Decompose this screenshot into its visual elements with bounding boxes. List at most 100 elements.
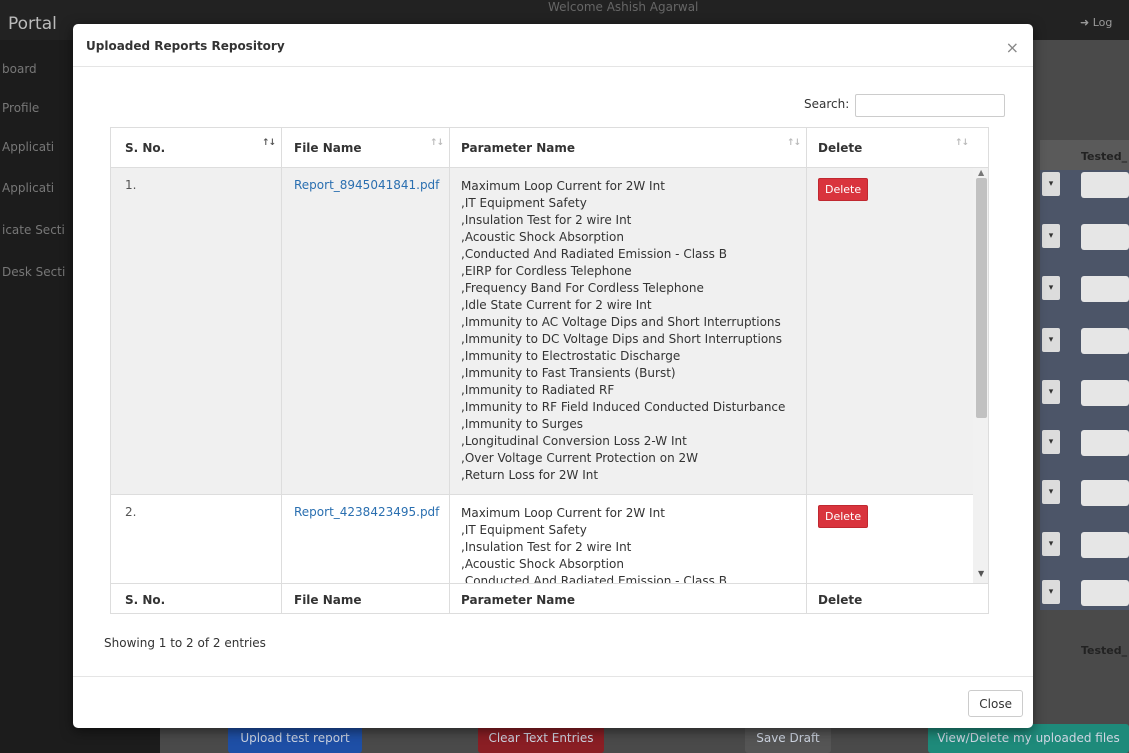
background-select[interactable]: ▾ — [1042, 276, 1060, 300]
row-number: 1. — [111, 168, 282, 494]
column-label: File Name — [294, 141, 362, 155]
background-input[interactable] — [1081, 276, 1129, 302]
sort-icon: ↑↓ — [786, 138, 801, 148]
parameter-item: ,Immunity to Electrostatic Discharge — [461, 349, 681, 363]
background-input[interactable] — [1081, 328, 1129, 354]
footer-file-name: File Name — [282, 584, 450, 613]
parameter-item: ,Conducted And Radiated Emission - Class… — [461, 247, 727, 261]
sidebar-item-application-1[interactable]: Applicati — [2, 140, 54, 154]
search-label: Search: — [804, 97, 850, 111]
parameter-item: ,Acoustic Shock Absorption — [461, 230, 624, 244]
column-header-delete[interactable]: Delete ↑↓ — [807, 128, 988, 168]
background-select[interactable]: ▾ — [1042, 580, 1060, 604]
parameter-item: ,Immunity to RF Field Induced Conducted … — [461, 400, 786, 414]
parameter-item: ,Immunity to DC Voltage Dips and Short I… — [461, 332, 783, 346]
parameter-item: ,Immunity to Fast Transients (Burst) — [461, 366, 676, 380]
column-label: Delete — [818, 141, 863, 155]
table-header: S. No. ↑↓ File Name ↑↓ Parameter Name ↑↓ De… — [111, 128, 988, 168]
background-input[interactable] — [1081, 580, 1129, 606]
uploaded-reports-modal: Uploaded Reports Repository × Search: S.… — [73, 24, 1033, 728]
background-select[interactable]: ▾ — [1042, 430, 1060, 454]
save-draft-button[interactable]: Save Draft — [745, 724, 831, 753]
tested-column-footer: Tested_ — [1081, 644, 1128, 657]
background-input[interactable] — [1081, 430, 1129, 456]
footer-sno: S. No. — [111, 584, 282, 613]
parameter-item: ,Conducted And Radiated Emission - Class… — [461, 574, 727, 583]
sort-icon: ↑↓ — [429, 138, 444, 148]
file-link[interactable]: Report_8945041841.pdf — [294, 178, 439, 192]
table-row: 2. Report_4238423495.pdf Maximum Loop Cu… — [111, 495, 973, 583]
parameter-list: Maximum Loop Current for 2W Int ,IT Equip… — [450, 168, 807, 494]
entries-info: Showing 1 to 2 of 2 entries — [104, 636, 266, 650]
background-select[interactable]: ▾ — [1042, 480, 1060, 504]
column-header-parameter-name[interactable]: Parameter Name ↑↓ — [450, 128, 807, 168]
welcome-text: Welcome Ashish Agarwal — [548, 0, 699, 14]
scroll-thumb[interactable] — [976, 178, 987, 418]
table-body: 1. Report_8945041841.pdf Maximum Loop Cu… — [111, 168, 973, 583]
row-number: 2. — [111, 495, 282, 583]
clear-text-entries-button[interactable]: Clear Text Entries — [478, 724, 604, 753]
file-link[interactable]: Report_4238423495.pdf — [294, 505, 439, 519]
parameter-item: ,Immunity to Surges — [461, 417, 583, 431]
parameter-item: ,EIRP for Cordless Telephone — [461, 264, 632, 278]
reports-table: S. No. ↑↓ File Name ↑↓ Parameter Name ↑↓ De… — [110, 127, 989, 614]
sort-icon: ↑↓ — [261, 138, 276, 148]
parameter-item: ,Frequency Band For Cordless Telephone — [461, 281, 704, 295]
search-input[interactable] — [855, 94, 1005, 117]
parameter-item: ,Longitudinal Conversion Loss 2-W Int — [461, 434, 687, 448]
background-input[interactable] — [1081, 380, 1129, 406]
footer-parameter-name: Parameter Name — [450, 584, 807, 613]
sidebar-item-dashboard[interactable]: board — [2, 62, 37, 76]
logout-link[interactable]: ➜ Log — [1080, 16, 1112, 29]
column-header-sno[interactable]: S. No. ↑↓ — [111, 128, 282, 168]
modal-title: Uploaded Reports Repository — [86, 39, 285, 53]
sidebar-item-profile[interactable]: Profile — [2, 101, 39, 115]
portal-brand: Portal — [8, 14, 57, 34]
background-input[interactable] — [1081, 480, 1129, 506]
delete-button[interactable]: Delete — [818, 178, 869, 201]
delete-cell: Delete — [807, 495, 973, 583]
background-select[interactable]: ▾ — [1042, 328, 1060, 352]
background-input[interactable] — [1081, 172, 1129, 198]
parameter-item: ,Immunity to Radiated RF — [461, 383, 615, 397]
modal-footer: Close — [73, 676, 1033, 728]
parameter-item: ,IT Equipment Safety — [461, 196, 587, 210]
scroll-up-arrow-icon[interactable]: ▲ — [978, 168, 984, 177]
scroll-down-arrow-icon[interactable]: ▼ — [978, 569, 984, 578]
parameter-item: ,Insulation Test for 2 wire Int — [461, 540, 632, 554]
footer-delete: Delete — [818, 593, 863, 607]
parameter-item: ,Return Loss for 2W Int — [461, 468, 599, 482]
table-scrollbar[interactable]: ▲ ▼ — [973, 168, 988, 583]
background-select[interactable]: ▾ — [1042, 532, 1060, 556]
background-select[interactable]: ▾ — [1042, 380, 1060, 404]
table-footer: S. No. File Name Parameter Name Delete — [111, 583, 988, 613]
sort-icon: ↑↓ — [954, 138, 969, 148]
background-select[interactable]: ▾ — [1042, 172, 1060, 196]
close-button[interactable]: Close — [968, 690, 1023, 717]
column-label: Parameter Name — [461, 141, 575, 155]
parameter-item: ,Over Voltage Current Protection on 2W — [461, 451, 698, 465]
delete-cell: Delete — [807, 168, 973, 494]
delete-button[interactable]: Delete — [818, 505, 869, 528]
parameter-item: ,Acoustic Shock Absorption — [461, 557, 624, 571]
close-icon[interactable]: × — [1006, 38, 1019, 57]
sidebar-item-certificate-section[interactable]: icate Secti — [2, 223, 65, 237]
tested-column-header: Tested_ — [1081, 150, 1128, 163]
background-input[interactable] — [1081, 532, 1129, 558]
parameter-list: Maximum Loop Current for 2W Int ,IT Equip… — [450, 495, 807, 583]
background-input[interactable] — [1081, 224, 1129, 250]
view-delete-uploaded-files-button[interactable]: View/Delete my uploaded files — [928, 724, 1129, 753]
sidebar-item-application-2[interactable]: Applicati — [2, 181, 54, 195]
parameter-item: Maximum Loop Current for 2W Int — [461, 179, 665, 193]
table-row: 1. Report_8945041841.pdf Maximum Loop Cu… — [111, 168, 973, 495]
parameter-item: ,Idle State Current for 2 wire Int — [461, 298, 652, 312]
column-header-file-name[interactable]: File Name ↑↓ — [282, 128, 450, 168]
sidebar-item-desk-section[interactable]: Desk Secti — [2, 265, 65, 279]
column-label: S. No. — [125, 141, 166, 155]
parameter-item: ,Immunity to AC Voltage Dips and Short I… — [461, 315, 781, 329]
file-name-cell: Report_8945041841.pdf — [282, 168, 450, 494]
upload-test-report-button[interactable]: Upload test report — [228, 724, 362, 753]
parameter-item: ,Insulation Test for 2 wire Int — [461, 213, 632, 227]
background-select[interactable]: ▾ — [1042, 224, 1060, 248]
file-name-cell: Report_4238423495.pdf — [282, 495, 450, 583]
